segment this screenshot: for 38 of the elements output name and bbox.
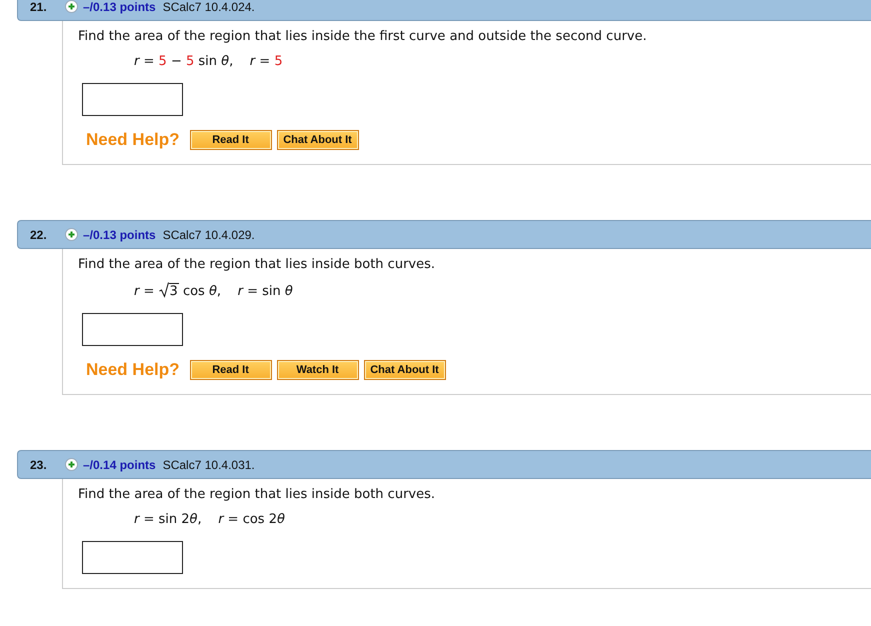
- plus-icon[interactable]: [65, 0, 78, 13]
- question-number: 22.: [29, 228, 48, 242]
- formula-text: r = sin 2: [134, 512, 190, 527]
- answer-field[interactable]: [82, 313, 183, 346]
- plus-icon[interactable]: [65, 458, 78, 471]
- question-text: Find the area of the region that lies inside both curves.: [78, 257, 436, 272]
- answer-field[interactable]: [82, 541, 183, 574]
- formula-text: sin θ, r =: [197, 54, 272, 69]
- plus-icon[interactable]: [65, 228, 78, 241]
- need-help-label: Need Help?: [86, 360, 180, 380]
- question-source: SCalc7 10.4.024.: [162, 0, 255, 14]
- need-help-label: Need Help?: [86, 130, 180, 150]
- question-number: 23.: [29, 458, 48, 472]
- help-button[interactable]: Watch It: [276, 360, 359, 380]
- question-source: SCalc7 10.4.029.: [162, 228, 255, 242]
- formula-text: 5: [274, 54, 283, 69]
- question-source: SCalc7 10.4.031.: [162, 458, 255, 472]
- question-number: 21.: [29, 0, 48, 14]
- formula-text: −: [170, 54, 183, 69]
- formula-text: , r = cos 2: [198, 512, 277, 527]
- formula-text: cos θ, r = sin θ: [182, 284, 293, 299]
- formula-text: 5: [158, 54, 167, 69]
- question-text: Find the area of the region that lies inside both curves.: [78, 487, 436, 502]
- question-text: Find the area of the region that lies inside the first curve and outside the second curve.: [78, 29, 648, 44]
- help-button[interactable]: Chat About It: [364, 360, 446, 380]
- points-label: –/0.13 points: [83, 228, 156, 242]
- formula-text: 5: [186, 54, 194, 69]
- help-button[interactable]: Chat About It: [276, 130, 359, 150]
- help-button[interactable]: Read It: [190, 130, 272, 150]
- formula-text: r =: [134, 284, 156, 299]
- help-button[interactable]: Read It: [190, 360, 272, 380]
- formula-text: r =: [134, 54, 156, 69]
- points-label: –/0.14 points: [83, 458, 156, 472]
- formula-text: θ: [276, 512, 285, 527]
- answer-field[interactable]: [82, 83, 183, 116]
- formula-text: θ: [190, 512, 198, 527]
- square-root-expression: 3: [158, 284, 179, 299]
- points-label: –/0.13 points: [83, 0, 156, 14]
